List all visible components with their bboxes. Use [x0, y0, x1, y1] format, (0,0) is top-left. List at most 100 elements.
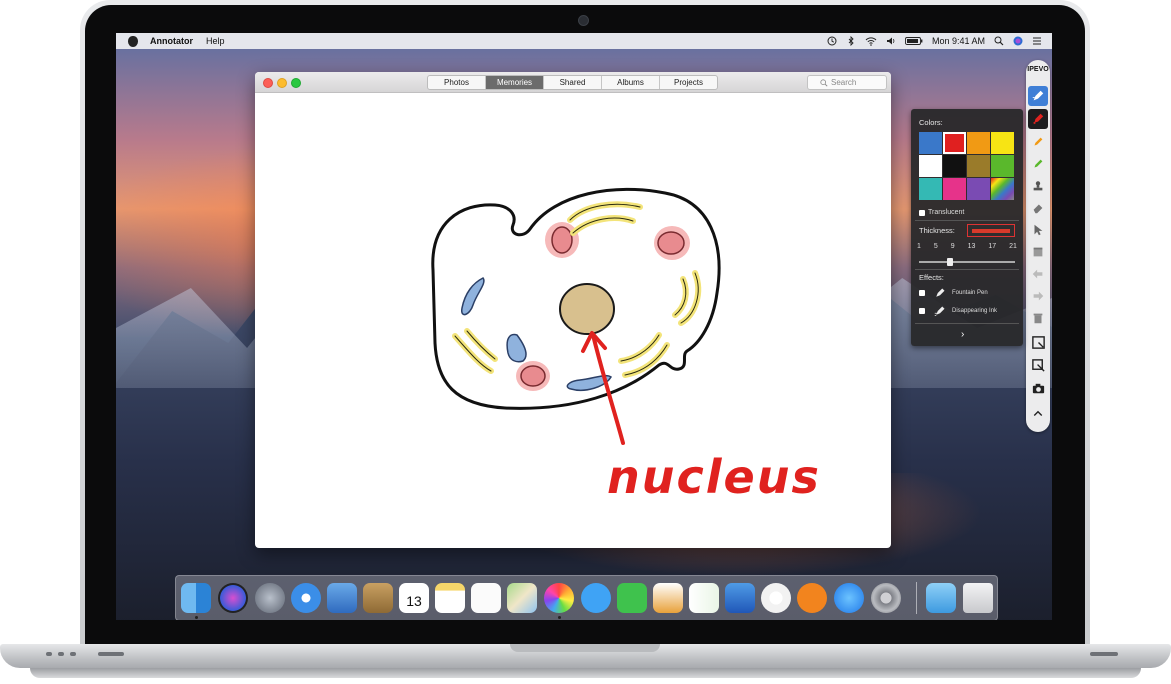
port-right — [1090, 652, 1118, 656]
tab-memories[interactable]: Memories — [486, 76, 544, 89]
stamp-tool-button[interactable] — [1028, 176, 1048, 196]
tab-photos[interactable]: Photos — [428, 76, 486, 89]
color-swatch-white[interactable] — [919, 155, 942, 177]
notification-center-icon[interactable] — [1032, 36, 1042, 46]
color-swatch-blue[interactable] — [919, 132, 942, 154]
disappearing-ink-checkbox[interactable] — [919, 308, 925, 314]
pencil-icon — [1034, 137, 1043, 146]
itunes-icon[interactable] — [761, 583, 791, 613]
cursor-icon — [1034, 224, 1043, 236]
collapse-button[interactable] — [1028, 404, 1048, 424]
effect-disappearing-ink[interactable]: Disappearing Ink — [919, 305, 997, 317]
eraser-tool-button[interactable] — [1028, 198, 1048, 218]
appstore-icon[interactable] — [834, 583, 864, 613]
undo-button[interactable] — [1028, 264, 1048, 284]
messages-icon[interactable] — [581, 583, 611, 613]
trash-tool-button[interactable] — [1028, 308, 1048, 328]
color-swatch-purple[interactable] — [967, 178, 990, 200]
port-left-1 — [46, 652, 52, 656]
volume-icon[interactable] — [886, 36, 896, 46]
organelle-blue-2 — [506, 333, 527, 363]
thickness-tick: 1 — [917, 243, 921, 250]
tab-shared[interactable]: Shared — [544, 76, 602, 89]
siri-menu-icon[interactable] — [1013, 36, 1023, 46]
color-swatch-pink[interactable] — [943, 178, 966, 200]
highlighter-tool-button[interactable] — [1028, 154, 1048, 174]
effect-fountain-pen[interactable]: Fountain Pen — [919, 287, 988, 299]
time-machine-icon[interactable] — [827, 36, 837, 46]
close-button[interactable] — [263, 78, 273, 88]
safari-icon[interactable] — [291, 583, 321, 613]
drawing-canvas[interactable]: nucleus — [255, 93, 891, 548]
downloads-icon[interactable] — [926, 583, 956, 613]
color-swatch-orange[interactable] — [967, 132, 990, 154]
port-left-4 — [98, 652, 124, 656]
fountain-pen-checkbox[interactable] — [919, 290, 925, 296]
laptop-frame: Annotator Help Mon 9:41 AM Photos Memori… — [0, 0, 1171, 684]
screen: Annotator Help Mon 9:41 AM Photos Memori… — [116, 33, 1052, 620]
pen-tool-button[interactable] — [1028, 86, 1048, 106]
tab-albums[interactable]: Albums — [602, 76, 660, 89]
battery-icon[interactable] — [905, 36, 923, 46]
thickness-tick: 5 — [933, 243, 938, 250]
numbers-icon[interactable] — [689, 583, 719, 613]
contacts-icon[interactable] — [363, 583, 393, 613]
cursor-tool-button[interactable] — [1028, 220, 1048, 240]
organelle-blue-1 — [461, 277, 485, 316]
tab-projects[interactable]: Projects — [660, 76, 717, 89]
color-swatch-red[interactable] — [943, 132, 966, 154]
marker-tool-button[interactable] — [1028, 109, 1048, 129]
spotlight-icon[interactable] — [994, 36, 1004, 46]
ibooks-icon[interactable] — [797, 583, 827, 613]
port-left-2 — [58, 652, 64, 656]
notes-icon[interactable] — [435, 583, 465, 613]
facetime-icon[interactable] — [617, 583, 647, 613]
port-left-3 — [70, 652, 76, 656]
settings-icon[interactable] — [871, 583, 901, 613]
thickness-slider-handle[interactable] — [947, 258, 953, 266]
search-icon — [820, 78, 828, 87]
calendar-icon[interactable]: 13 — [399, 583, 429, 613]
menu-help[interactable]: Help — [206, 36, 225, 46]
menu-app-name[interactable]: Annotator — [150, 36, 193, 46]
redo-button[interactable] — [1028, 286, 1048, 306]
zoom-button[interactable] — [291, 78, 301, 88]
reminders-icon[interactable] — [471, 583, 501, 613]
wifi-icon[interactable] — [865, 36, 877, 46]
pencil-tool-button[interactable] — [1028, 132, 1048, 152]
search-input[interactable]: Search — [807, 75, 887, 90]
maps-icon[interactable] — [507, 583, 537, 613]
keynote-icon[interactable] — [725, 583, 755, 613]
color-swatch-black[interactable] — [943, 155, 966, 177]
camera-button[interactable] — [1028, 378, 1048, 398]
color-swatch-custom[interactable] — [991, 178, 1014, 200]
translucent-option[interactable]: Translucent — [919, 209, 964, 216]
finder-icon[interactable] — [181, 583, 211, 613]
translucent-checkbox[interactable] — [919, 209, 925, 216]
color-swatch-teal[interactable] — [919, 178, 942, 200]
thickness-slider[interactable] — [919, 258, 1015, 266]
photos-icon[interactable] — [544, 583, 574, 613]
launchpad-icon[interactable] — [255, 583, 285, 613]
collapse-icon — [1033, 410, 1043, 416]
capture-area-button[interactable] — [1028, 332, 1048, 352]
camera-icon — [1032, 383, 1044, 393]
trash-icon[interactable] — [963, 583, 993, 613]
apple-menu-icon[interactable] — [128, 35, 138, 47]
thickness-preview — [967, 224, 1015, 237]
color-swatch-brown[interactable] — [967, 155, 990, 177]
color-swatch-green[interactable] — [991, 155, 1014, 177]
window-titlebar[interactable]: Photos Memories Shared Albums Projects S… — [255, 72, 891, 93]
clear-tool-button[interactable] — [1028, 242, 1048, 262]
mail-icon[interactable] — [327, 583, 357, 613]
color-swatch-yellow[interactable] — [991, 132, 1014, 154]
thickness-tick: 13 — [967, 243, 976, 250]
siri-icon[interactable] — [218, 583, 248, 613]
menu-clock[interactable]: Mon 9:41 AM — [932, 36, 985, 46]
pages-icon[interactable] — [653, 583, 683, 613]
capture-window-button[interactable] — [1028, 355, 1048, 375]
minimize-button[interactable] — [277, 78, 287, 88]
panel-expand-button[interactable]: › — [961, 329, 964, 340]
bluetooth-icon[interactable] — [846, 36, 856, 46]
marker-icon — [1033, 113, 1044, 125]
